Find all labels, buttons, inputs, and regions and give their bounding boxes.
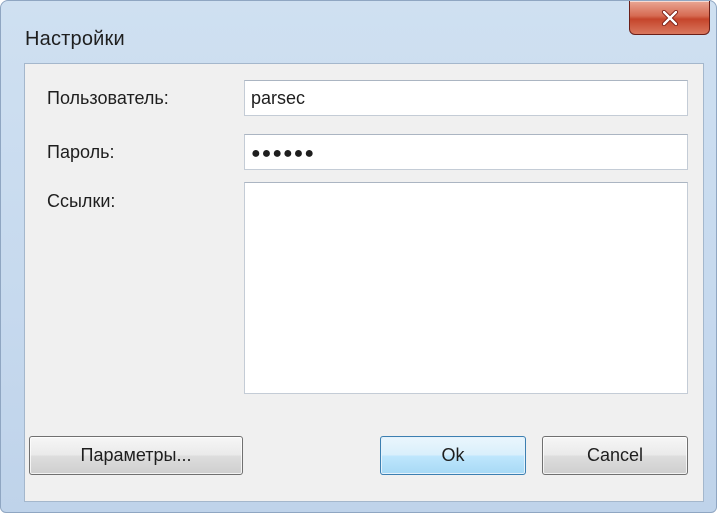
close-icon [661,10,679,26]
password-input[interactable]: ●●●●●● [244,134,688,170]
user-label: Пользователь: [47,88,169,108]
links-textarea[interactable] [244,182,688,394]
dialog-body: Пользователь: parsec Пароль: ●●●●●● Ссыл… [24,63,704,502]
user-input-value: parsec [251,88,306,108]
close-button[interactable] [629,1,710,35]
ok-button[interactable]: Ok [380,436,526,475]
user-input[interactable]: parsec [244,80,688,116]
parameters-button[interactable]: Параметры... [29,436,243,475]
window-title: Настройки [25,28,125,50]
password-input-value: ●●●●●● [251,145,315,162]
links-label: Ссылки: [47,191,116,211]
password-label: Пароль: [47,142,115,162]
settings-dialog: Настройки Пользователь: parsec Пароль: ●… [0,0,717,513]
cancel-button[interactable]: Cancel [542,436,688,475]
title-bar: Настройки [1,1,716,63]
